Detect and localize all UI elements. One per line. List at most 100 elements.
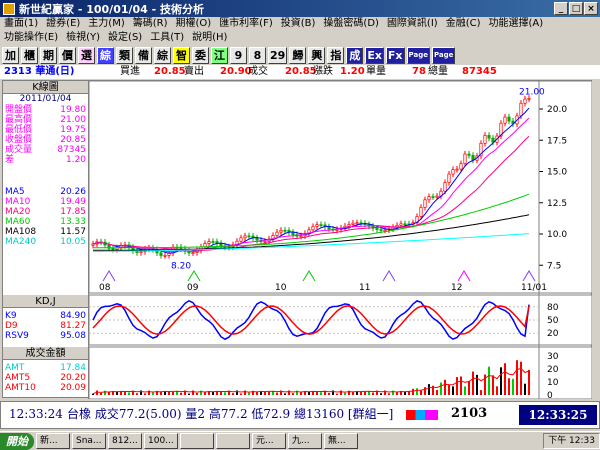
toolbar-button-19[interactable]: Ex bbox=[365, 46, 384, 64]
minimize-button[interactable]: _ bbox=[554, 2, 568, 15]
chart-panel: K線圖 2011/01/04 開盤價 19.80 最高價 21.00 最低價 19.75 收… bbox=[2, 80, 592, 399]
candle-body bbox=[279, 229, 283, 233]
menu-item-1[interactable]: 證券(E) bbox=[46, 17, 80, 31]
kd-row: D9 81.27 bbox=[3, 321, 88, 331]
date-tick-label: 11 bbox=[359, 283, 370, 293]
taskbar-item-7[interactable]: 九... bbox=[288, 433, 322, 449]
taskbar-item-6[interactable]: 元... bbox=[252, 433, 286, 449]
total-volume-value: 87345 bbox=[462, 66, 497, 77]
menu-item-13[interactable]: 設定(S) bbox=[108, 31, 142, 45]
maximize-button[interactable]: □ bbox=[569, 2, 583, 15]
ma-value: 10.05 bbox=[60, 237, 86, 247]
amount-bar bbox=[320, 392, 322, 395]
taskbar-item-8[interactable]: 無... bbox=[324, 433, 358, 449]
change-value: 1.20 bbox=[340, 66, 365, 77]
candle-body bbox=[163, 254, 167, 257]
ohlc-row: 開盤價 19.80 bbox=[3, 105, 88, 115]
candle-body bbox=[427, 196, 431, 201]
toolbar-button-22[interactable]: Page bbox=[431, 46, 456, 64]
amount-bar bbox=[444, 379, 446, 395]
change-label: 漲跌 bbox=[313, 66, 333, 77]
taskbar-item-5[interactable] bbox=[216, 433, 250, 449]
ma-value: 13.33 bbox=[60, 217, 86, 227]
last-value: 20.85 bbox=[285, 66, 317, 77]
toolbar-button-18[interactable]: 成 bbox=[346, 46, 364, 64]
menu-item-12[interactable]: 檢視(Y) bbox=[66, 31, 100, 45]
menu-item-0[interactable]: 畫面(1) bbox=[4, 17, 38, 31]
toolbar-button-3[interactable]: 價 bbox=[59, 46, 76, 64]
candle-body bbox=[467, 153, 471, 156]
high-annotation: 21.00 bbox=[519, 88, 545, 98]
toolbar-button-10[interactable]: 委 bbox=[192, 46, 209, 64]
amt-row: AMT10 20.09 bbox=[3, 383, 88, 393]
status-code[interactable]: 2103 bbox=[451, 402, 487, 426]
menu-bar: 畫面(1) 證券(E) 主力(M) 籌碼(R) 期權(O) 匯市利率(F) 投資(B) 操盤密… bbox=[0, 17, 600, 45]
menu-item-4[interactable]: 期權(O) bbox=[176, 17, 212, 31]
amount-bar bbox=[240, 393, 242, 395]
taskbar-item-3[interactable]: 100... bbox=[144, 433, 178, 449]
toolbar-button-2[interactable]: 期 bbox=[40, 46, 57, 64]
toolbar-button-7[interactable]: 備 bbox=[135, 46, 152, 64]
amt-label: AMT5 bbox=[5, 373, 31, 383]
menu-item-15[interactable]: 說明(H) bbox=[192, 31, 227, 45]
close-button[interactable]: × bbox=[584, 2, 598, 15]
menu-item-2[interactable]: 主力(M) bbox=[88, 17, 124, 31]
toolbar-button-8[interactable]: 綜 bbox=[154, 46, 171, 64]
menu-item-5[interactable]: 匯市利率(F) bbox=[219, 17, 273, 31]
toolbar-button-17[interactable]: 指 bbox=[327, 46, 345, 64]
ohlc-values: 開盤價 19.80 最高價 21.00 最低價 19.75 收盤價 20.85 成交量 87345… bbox=[3, 105, 88, 165]
taskbar-item-0[interactable]: 新... bbox=[36, 433, 70, 449]
amount-bar bbox=[420, 390, 422, 395]
candle-body bbox=[523, 98, 527, 104]
toolbar-button-16[interactable]: 興 bbox=[308, 46, 326, 64]
ohlc-row: 成交量 87345 bbox=[3, 145, 88, 155]
status-clock: 12:33:25 bbox=[519, 405, 597, 425]
amount-panel-title: 成交金額 bbox=[3, 347, 88, 360]
menu-item-6[interactable]: 投資(B) bbox=[281, 17, 316, 31]
toolbar-button-9[interactable]: 智 bbox=[173, 46, 190, 64]
toolbar-button-4[interactable]: 選 bbox=[78, 46, 95, 64]
toolbar-button-11[interactable]: 江 bbox=[211, 46, 228, 64]
menu-item-10[interactable]: 功能選擇(A) bbox=[489, 17, 544, 31]
toolbar-button-13[interactable]: 8 bbox=[249, 46, 266, 64]
amount-bar bbox=[492, 375, 494, 395]
date-tick-label: 11/01 bbox=[521, 283, 547, 293]
amt-value: 20.20 bbox=[60, 373, 86, 383]
toolbar-button-12[interactable]: 9 bbox=[230, 46, 247, 64]
menu-item-9[interactable]: 金融(C) bbox=[446, 17, 481, 31]
taskbar-item-4[interactable] bbox=[180, 433, 214, 449]
candle-body bbox=[503, 116, 507, 124]
amount-bar bbox=[344, 392, 346, 395]
toolbar-button-5[interactable]: 綜 bbox=[97, 46, 114, 64]
toolbar-button-15[interactable]: 歸 bbox=[289, 46, 307, 64]
menu-item-11[interactable]: 功能操作(E) bbox=[4, 31, 58, 45]
toolbar-button-1[interactable]: 櫃 bbox=[21, 46, 38, 64]
candle-body bbox=[291, 231, 295, 235]
toolbar-button-20[interactable]: Fx bbox=[385, 46, 405, 64]
status-ticker: 台橡 成交77.2(5.00) 量2 高77.2 低72.9 總13160 [群… bbox=[67, 407, 394, 421]
toolbar-button-6[interactable]: 類 bbox=[116, 46, 133, 64]
ohlc-label: 收盤價 bbox=[5, 135, 33, 145]
amount-bar bbox=[488, 366, 490, 395]
menu-item-8[interactable]: 國際資訊(I) bbox=[387, 17, 438, 31]
start-button[interactable]: 開始 bbox=[0, 432, 34, 450]
technical-chart[interactable]: 7.5 10.0 12.5 15.0 17.5 20.0 08 09 10 11 12 11/01 21… bbox=[89, 81, 592, 399]
candle-body bbox=[459, 163, 463, 170]
amount-bar bbox=[388, 393, 390, 395]
menu-item-7[interactable]: 操盤密碼(D) bbox=[323, 17, 379, 31]
menu-item-14[interactable]: 工具(T) bbox=[150, 31, 184, 45]
toolbar-button-21[interactable]: Page bbox=[406, 46, 430, 64]
ohlc-value: 21.00 bbox=[60, 115, 86, 125]
amount-bar bbox=[396, 392, 398, 395]
ma-value: 11.57 bbox=[60, 227, 86, 237]
amount-bar bbox=[196, 393, 198, 395]
toolbar: 加櫃期價選綜類備綜智委江 9 8 29 歸興指成 Ex Fx Page Page bbox=[0, 45, 600, 65]
menu-item-3[interactable]: 籌碼(R) bbox=[133, 17, 168, 31]
candle-body bbox=[419, 207, 423, 217]
taskbar-item-2[interactable]: 812... bbox=[108, 433, 142, 449]
toolbar-button-0[interactable]: 加 bbox=[2, 46, 19, 64]
amount-bar bbox=[464, 386, 466, 395]
taskbar-item-1[interactable]: Sna... bbox=[72, 433, 106, 449]
toolbar-button-14[interactable]: 29 bbox=[268, 46, 288, 64]
ohlc-label: 差 bbox=[5, 155, 15, 165]
